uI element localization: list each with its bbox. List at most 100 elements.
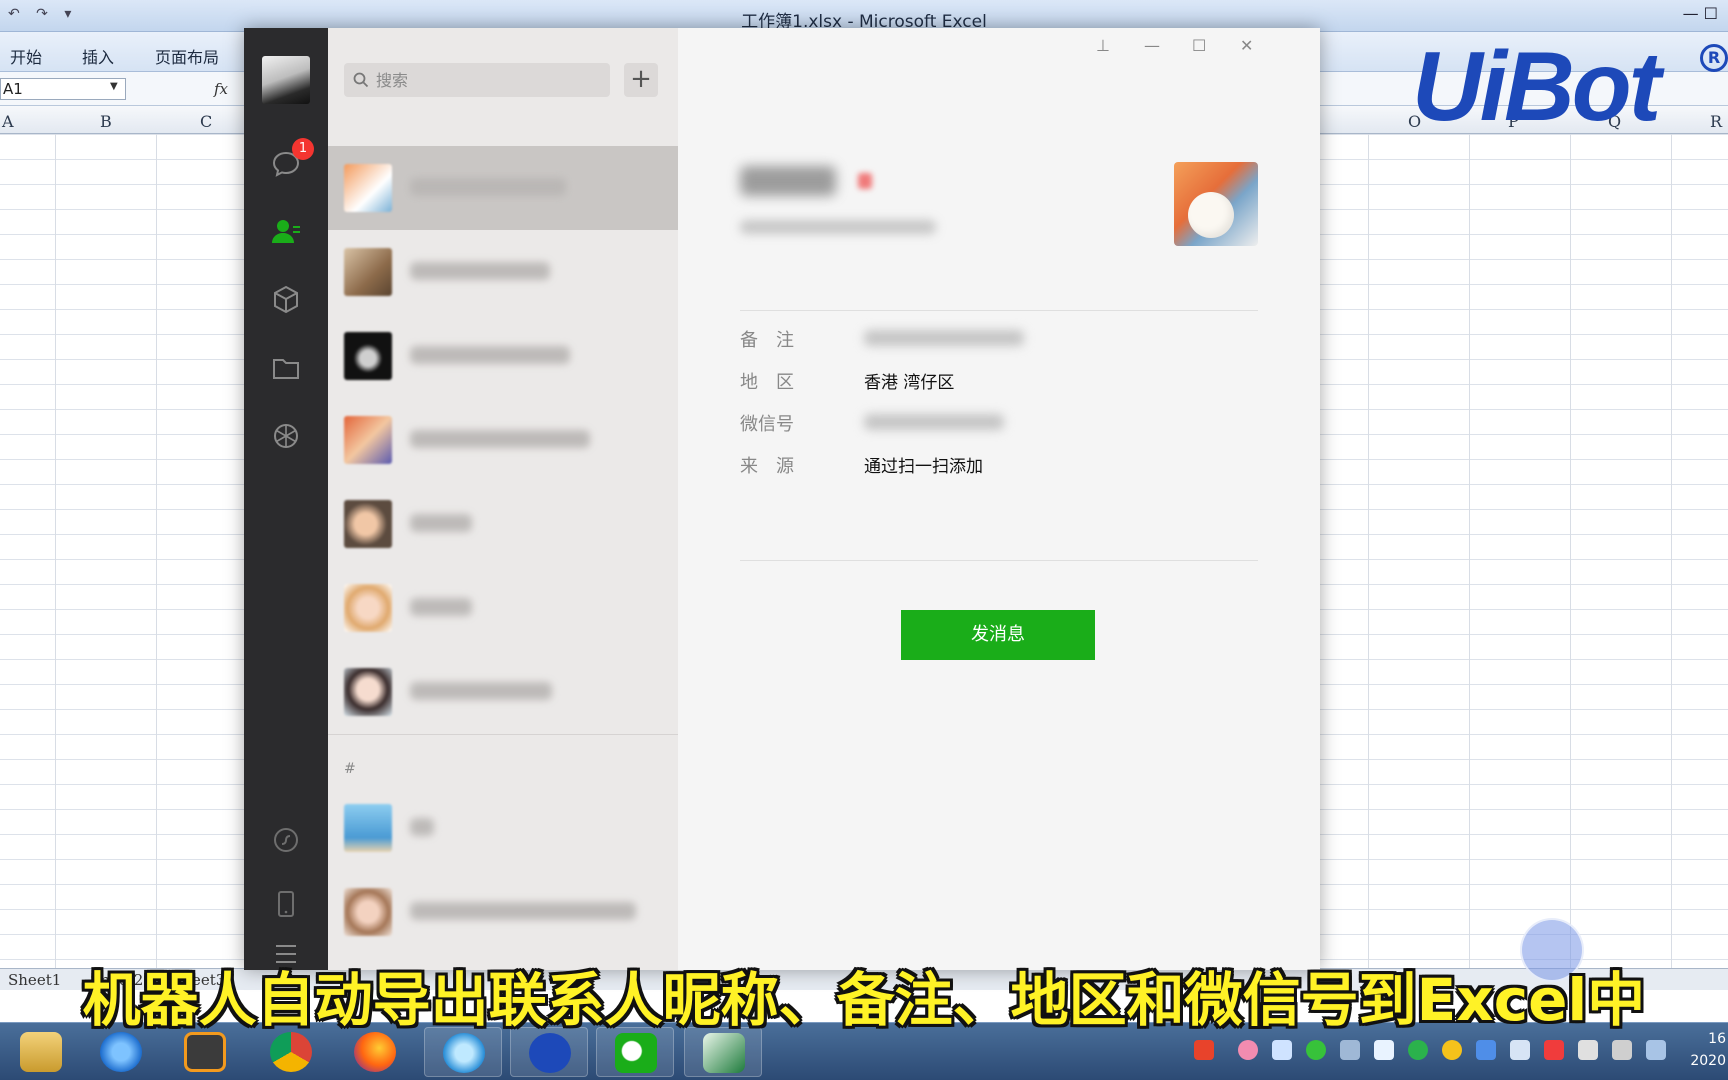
column-header[interactable]: R [1710, 112, 1722, 131]
list-item[interactable] [328, 398, 678, 482]
info-value-remark-blurred [864, 330, 1024, 346]
divider [740, 560, 1258, 561]
minimize-button[interactable]: — [1144, 36, 1160, 55]
moments-icon[interactable] [268, 418, 304, 454]
list-item[interactable] [328, 230, 678, 314]
ribbon-tab-insert[interactable]: 插入 [82, 44, 114, 68]
list-item[interactable] [328, 146, 678, 230]
column-header[interactable]: A [2, 112, 14, 131]
pin-icon[interactable]: ⊥ [1096, 36, 1110, 55]
tray-app-icon[interactable] [1476, 1040, 1496, 1060]
search-app-icon [443, 1033, 485, 1073]
sogou-ime-icon[interactable] [1194, 1040, 1214, 1060]
avatar [344, 248, 392, 296]
info-value-wechat-id-blurred [864, 414, 1004, 430]
mini-program-cube-icon[interactable] [268, 282, 304, 318]
contacts-icon[interactable] [268, 214, 304, 250]
avatar [344, 804, 392, 852]
avatar [344, 164, 392, 212]
unread-badge: 1 [292, 138, 314, 160]
wechat-window: 1 + [244, 28, 1320, 970]
k-tray-icon[interactable] [1408, 1040, 1428, 1060]
search-box[interactable] [344, 63, 610, 97]
contact-list-panel: + # [328, 28, 678, 970]
maximize-button[interactable]: ☐ [1192, 36, 1206, 55]
tray-flower-icon[interactable] [1238, 1040, 1258, 1060]
network-share-icon[interactable] [1340, 1040, 1360, 1060]
ribbon-tab-page-layout[interactable]: 页面布局 [155, 44, 219, 68]
plus-tray-icon[interactable] [1442, 1040, 1462, 1060]
mini-programs-link-icon[interactable] [268, 822, 304, 858]
avatar [344, 416, 392, 464]
excel-icon [703, 1033, 745, 1073]
list-item[interactable] [328, 314, 678, 398]
wechat-icon [615, 1033, 657, 1073]
signal-icon[interactable] [1612, 1040, 1632, 1060]
my-avatar[interactable] [262, 56, 310, 104]
ribbon-tab-home[interactable]: 开始 [10, 44, 42, 68]
list-item[interactable] [328, 650, 678, 734]
profile-name-blurred [740, 166, 836, 196]
search-icon [353, 72, 369, 88]
info-label-source: 来 源 [740, 456, 794, 477]
sublime-icon [184, 1032, 226, 1072]
list-item[interactable] [328, 482, 678, 566]
name-box[interactable]: A1 [0, 78, 126, 100]
insert-function-button[interactable]: fx [214, 80, 228, 98]
contact-name-blurred [410, 262, 550, 280]
wechat-nav-rail: 1 [244, 28, 328, 970]
group-letter-header: # [344, 761, 356, 777]
keyboard-icon[interactable] [1646, 1040, 1666, 1060]
list-item[interactable] [328, 786, 678, 870]
avatar [344, 668, 392, 716]
close-button[interactable]: ✕ [1240, 36, 1253, 55]
shield-icon[interactable] [1272, 1040, 1292, 1060]
add-contact-button[interactable]: + [624, 63, 658, 97]
list-item[interactable] [328, 870, 678, 954]
bluetooth-icon[interactable] [1510, 1040, 1530, 1060]
contact-detail-panel: ⊥ — ☐ ✕ 备 注 地 区 香港 湾仔区 微信号 来 源 通过扫一扫添加 发… [678, 28, 1320, 970]
contact-name-blurred [410, 514, 472, 532]
uibot-icon [529, 1033, 571, 1073]
volume-icon[interactable] [1578, 1040, 1598, 1060]
profile-avatar[interactable] [1174, 162, 1258, 246]
folder-icon [20, 1032, 62, 1072]
firefox-icon [354, 1032, 396, 1072]
contact-name-blurred [410, 598, 472, 616]
registered-mark: R [1700, 44, 1728, 72]
avatar [344, 500, 392, 548]
info-value-source: 通过扫一扫添加 [864, 457, 983, 477]
search-input[interactable] [376, 63, 604, 97]
info-label-wechat-id: 微信号 [740, 414, 794, 435]
column-header[interactable]: B [100, 112, 112, 131]
info-value-region: 香港 湾仔区 [864, 373, 955, 393]
contact-name-blurred [410, 818, 434, 836]
excel-window-controls[interactable]: — ☐ [1683, 4, 1718, 23]
video-subtitle: 机器人自动导出联系人昵称、备注、地区和微信号到Excel中 [82, 966, 1646, 1034]
info-label-region: 地 区 [740, 372, 794, 393]
ie-icon [100, 1032, 142, 1072]
list-item[interactable] [328, 566, 678, 650]
chrome-icon [270, 1032, 312, 1072]
column-header[interactable]: C [200, 112, 212, 131]
gender-icon [858, 173, 872, 189]
info-label-remark: 备 注 [740, 330, 794, 351]
avatar [344, 584, 392, 632]
divider [740, 310, 1258, 311]
phone-icon[interactable] [268, 886, 304, 922]
chevron-down-icon[interactable]: ▼ [110, 81, 118, 92]
wechat-tray-icon[interactable] [1306, 1040, 1326, 1060]
avatar [344, 888, 392, 936]
divider [328, 734, 678, 735]
chat-tray-icon[interactable] [1374, 1040, 1394, 1060]
power-icon[interactable] [1544, 1040, 1564, 1060]
folder-icon[interactable] [268, 350, 304, 386]
send-message-button[interactable]: 发消息 [901, 610, 1095, 660]
avatar [344, 332, 392, 380]
contact-name-blurred [410, 430, 590, 448]
profile-signature-blurred [740, 220, 936, 234]
uibot-logo: UiBot [1412, 31, 1661, 141]
contact-name-blurred [410, 346, 570, 364]
avatar-face [1188, 192, 1234, 238]
contact-name-blurred [410, 902, 636, 920]
